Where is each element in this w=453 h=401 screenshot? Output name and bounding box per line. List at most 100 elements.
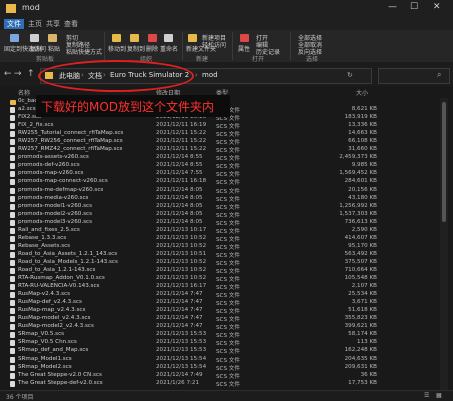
file-row[interactable]: Road_to_Asia_1.2.1-143.scs 2021/12/13 10:… <box>0 267 440 275</box>
close-button[interactable]: ✕ <box>433 2 441 12</box>
vertical-scrollbar[interactable] <box>440 98 448 390</box>
file-row[interactable]: RusMap-v2.4.3.scs 2021/12/14 7:47 SCS 文件 25… <box>0 291 440 299</box>
properties-icon <box>240 34 249 42</box>
file-date: 2021/12/14 8:05 <box>156 194 203 201</box>
file-date: 2021/12/14 8:55 <box>156 162 203 169</box>
tab-share[interactable]: 共享 <box>46 19 60 29</box>
file-row[interactable]: promods-media-v260.scs 2021/12/14 8:05 SCS… <box>0 195 440 203</box>
file-row[interactable]: Road_to_Asia_Models_1.2.1-143.scs 2021/12… <box>0 259 440 267</box>
file-row[interactable]: RTA-Rusmap_Addon_V0.1.0.scs 2021/12/13 10… <box>0 275 440 283</box>
copy-button[interactable]: 复制 <box>30 44 42 53</box>
file-name: Road_to_Asia_Assets_1.2.1_143.scs <box>18 250 118 257</box>
properties-button[interactable]: 属性 <box>238 44 250 53</box>
file-type: SCS 文件 <box>216 325 240 332</box>
paste-button[interactable]: 粘贴 <box>48 44 60 53</box>
file-row[interactable]: RW257_RW256_connect_rfiTaMap.scs 2021/12/… <box>0 138 440 146</box>
file-row[interactable]: RW255_Tutorial_connect_rfiTaMap.scs 2021/… <box>0 130 440 138</box>
file-date: 2021/12/13 15:54 <box>156 363 207 370</box>
status-bar: 36 个项目 ☰ ▦ <box>0 390 453 401</box>
file-row[interactable]: promods-def-v260.scs 2021/12/14 8:55 SCS 文… <box>0 162 440 170</box>
file-size: 3,671 KB <box>351 299 377 306</box>
file-type: SCS 文件 <box>216 236 240 243</box>
file-row[interactable]: Rebase_Assets.scs 2021/12/13 10:52 SCS 文件 9… <box>0 243 440 251</box>
move-to-button[interactable]: 移动到 <box>108 44 126 53</box>
file-type: SCS 文件 <box>216 124 240 131</box>
file-list: 0c_backupa2.scs2021/12/11 16:11SCS 文件8,6… <box>0 98 440 388</box>
search-input[interactable]: ⌕ <box>378 68 450 84</box>
file-row[interactable]: Rail_and_fixes_2.5.scs 2021/12/13 10:17 SC… <box>0 227 440 235</box>
file-row[interactable]: RusMap-model2_v2.4.3.scs 2021/12/14 7:47 S… <box>0 323 440 331</box>
back-button[interactable]: ← <box>4 69 12 79</box>
file-row[interactable]: promods-model3-v260.scs 2021/12/14 8:05 SC… <box>0 219 440 227</box>
file-name: promods-model3-v260.scs <box>18 218 93 225</box>
file-size: 105,548 KB <box>344 275 377 282</box>
paste-shortcut-button[interactable]: 粘贴快捷方式 <box>66 47 102 56</box>
file-row[interactable]: RusMap-model_v2.4.3.scs 2021/12/14 7:47 SC… <box>0 315 440 323</box>
file-name: Rebase_1.3.3.scs <box>18 234 67 241</box>
file-row[interactable]: promods-assets-v260.scs 2021/12/14 8:55 SC… <box>0 154 440 162</box>
refresh-button[interactable]: ↻ <box>347 71 353 79</box>
file-row[interactable]: promods-model1-v260.scs 2021/12/14 8:05 SC… <box>0 203 440 211</box>
maximize-button[interactable]: ☐ <box>410 2 418 12</box>
highlight-ellipse <box>38 60 194 92</box>
file-name: RusMap-model_v2.4.3.scs <box>18 315 91 322</box>
file-type: SCS 文件 <box>216 285 240 292</box>
tab-view[interactable]: 查看 <box>64 19 78 29</box>
file-row[interactable]: promods-map-connect-v260.scs 2021/12/11 1… <box>0 178 440 186</box>
file-size: 284,601 KB <box>344 178 377 185</box>
file-date: 2021/12/14 7:47 <box>156 323 203 330</box>
group-divider <box>290 32 291 60</box>
file-date: 2021/12/14 8:05 <box>156 218 203 225</box>
minimize-button[interactable]: — <box>388 2 397 12</box>
file-size: 1,569,452 KB <box>339 170 377 177</box>
file-date: 2021/12/14 7:55 <box>156 170 203 177</box>
file-row[interactable]: RTA-RU-VALENCIA-V0.143.scs 2021/12/13 16:… <box>0 283 440 291</box>
file-row[interactable]: Rebase_1.3.3.scs 2021/12/13 10:52 SCS 文件 41… <box>0 235 440 243</box>
delete-button[interactable]: 删除 <box>146 44 158 53</box>
file-row[interactable]: Road_to_Asia_Assets_1.2.1_143.scs 2021/12… <box>0 251 440 259</box>
details-view-icon[interactable]: ☰ <box>424 392 429 399</box>
file-date: 2021/12/11 15:22 <box>156 146 207 153</box>
copy-to-button[interactable]: 复制到 <box>127 44 145 53</box>
file-row[interactable]: RW257_RMZ42_connect_rfiTaMap.scs 2021/12/… <box>0 146 440 154</box>
file-type: SCS 文件 <box>216 172 240 179</box>
file-date: 2021/12/13 15:53 <box>156 331 207 338</box>
forward-button[interactable]: → <box>14 69 22 79</box>
icons-view-icon[interactable]: ▦ <box>436 392 442 399</box>
easy-access-button[interactable]: 轻松访问 <box>202 40 226 49</box>
file-row[interactable]: SRmap_V0.5 Chn.scs 2021/12/13 15:53 SCS 文件… <box>0 339 440 347</box>
breadcrumb-mod[interactable]: mod <box>202 71 218 79</box>
file-row[interactable]: promods-me-defmap-v260.scs 2021/12/14 8:0… <box>0 187 440 195</box>
file-size: 204,635 KB <box>344 355 377 362</box>
file-date: 2021/12/13 15:53 <box>156 347 207 354</box>
tab-file[interactable]: 文件 <box>4 19 24 29</box>
paste-icon <box>48 34 57 42</box>
file-size: 414,607 KB <box>344 234 377 241</box>
file-row[interactable]: SRmap_Model2.scs 2021/12/13 15:54 SCS 文件 20… <box>0 364 440 372</box>
scrollbar-thumb[interactable] <box>442 102 446 222</box>
file-row[interactable]: SRmap_Model1.scs 2021/12/13 15:54 SCS 文件 20… <box>0 356 440 364</box>
file-row[interactable]: SRmap_def_and_Map.scs 2021/12/13 15:53 SCS… <box>0 347 440 355</box>
file-row[interactable]: promods-model2-v260.scs 2021/12/14 8:05 SC… <box>0 211 440 219</box>
file-icon <box>10 235 15 242</box>
file-name: Road_to_Asia_Models_1.2.1-143.scs <box>18 258 118 265</box>
up-button[interactable]: ↑ <box>27 69 35 79</box>
tab-home[interactable]: 主页 <box>28 19 42 29</box>
file-name: RusMap-v2.4.3.scs <box>18 291 70 298</box>
file-row[interactable]: FIX_2_fix.scs 2021/12/11 16:19 SCS 文件 13,33… <box>0 122 440 130</box>
file-row[interactable]: The Great Steppe-v2.0 CN.scs 2021/12/14 7… <box>0 372 440 380</box>
breadcrumb-separator: › <box>195 71 198 79</box>
file-icon <box>10 259 15 266</box>
file-row[interactable]: promods-map-v260.scs 2021/12/14 7:55 SCS 文… <box>0 170 440 178</box>
file-row[interactable]: The Great Steppe-def-v2.0.scs 2021/1/26 7… <box>0 380 440 388</box>
file-row[interactable]: SRmap_V0.5.scs 2021/12/13 15:53 SCS 文件 58,1… <box>0 331 440 339</box>
file-row[interactable]: RusMap-def_v2.4.3.scs 2021/12/14 7:47 SCS … <box>0 299 440 307</box>
file-icon <box>10 171 15 178</box>
file-icon <box>10 195 15 202</box>
rename-button[interactable]: 重命名 <box>160 44 178 53</box>
column-name[interactable]: 名称 <box>18 88 30 97</box>
column-size[interactable]: 大小 <box>356 88 368 97</box>
file-row[interactable]: RusMap-map_v2.4.3.scs 2021/12/14 7:47 SCS … <box>0 307 440 315</box>
file-icon <box>10 123 15 130</box>
file-icon <box>10 364 15 371</box>
